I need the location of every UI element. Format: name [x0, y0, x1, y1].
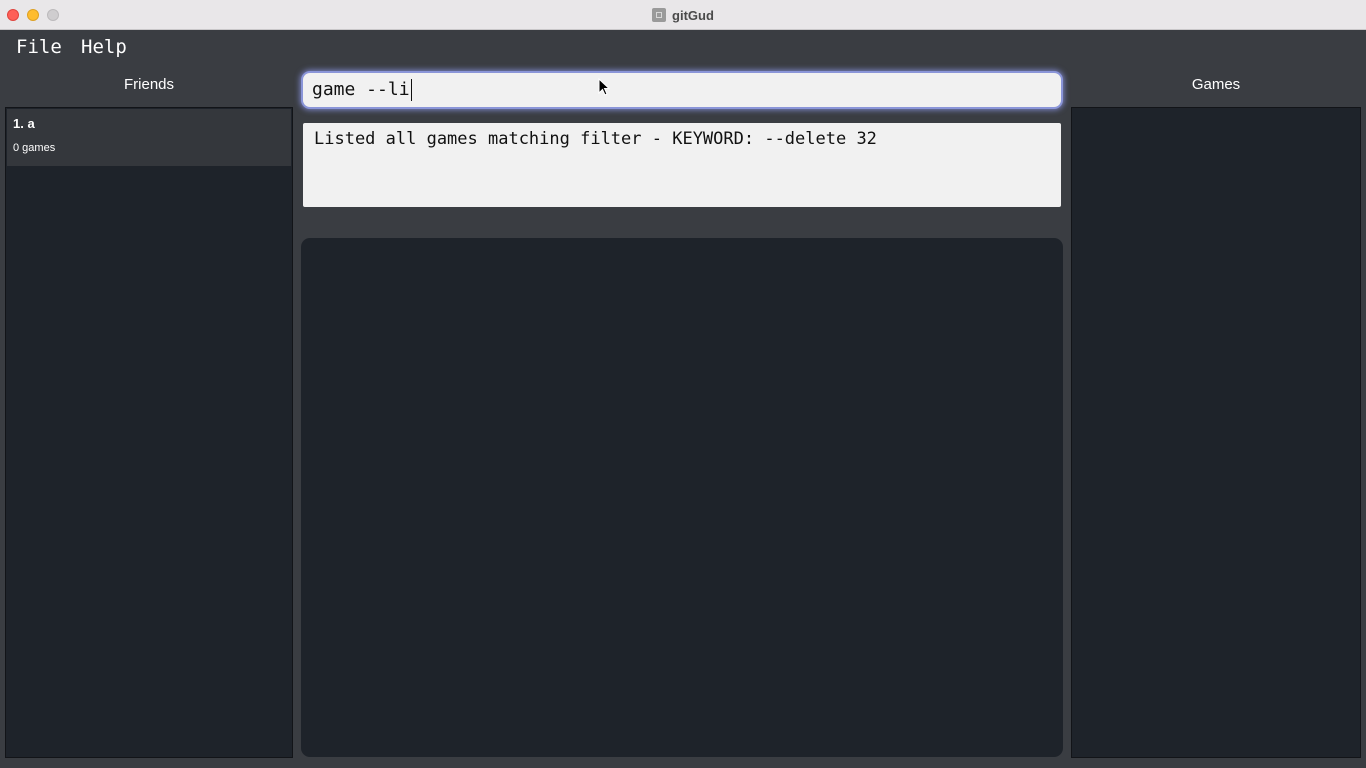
command-input-text: game --li [312, 79, 410, 100]
main-display-panel [301, 238, 1063, 757]
result-text: Listed all games matching filter - KEYWO… [314, 129, 877, 149]
games-list[interactable] [1071, 107, 1361, 758]
friend-game-count: 0 games [13, 142, 56, 154]
mouse-pointer-icon [598, 78, 610, 96]
result-display: Listed all games matching filter - KEYWO… [303, 123, 1061, 207]
menu-help[interactable]: Help [81, 36, 127, 58]
command-input[interactable]: game --li [312, 73, 412, 107]
friends-list[interactable]: 1. a 0 games [5, 107, 293, 758]
friend-list-item[interactable]: 1. a 0 games [7, 109, 291, 166]
window-title-group: gitGud [0, 0, 1366, 30]
app-icon [652, 8, 667, 22]
window-title: gitGud [672, 7, 714, 23]
text-caret [410, 79, 412, 101]
command-box[interactable]: game --li [303, 73, 1061, 107]
title-bar: gitGud [0, 0, 1366, 30]
menu-bar: File Help [0, 30, 1366, 66]
games-header: Games [1191, 76, 1241, 93]
friend-name: 1. a [13, 116, 35, 131]
friends-header: Friends [123, 76, 175, 93]
menu-file[interactable]: File [16, 36, 62, 58]
